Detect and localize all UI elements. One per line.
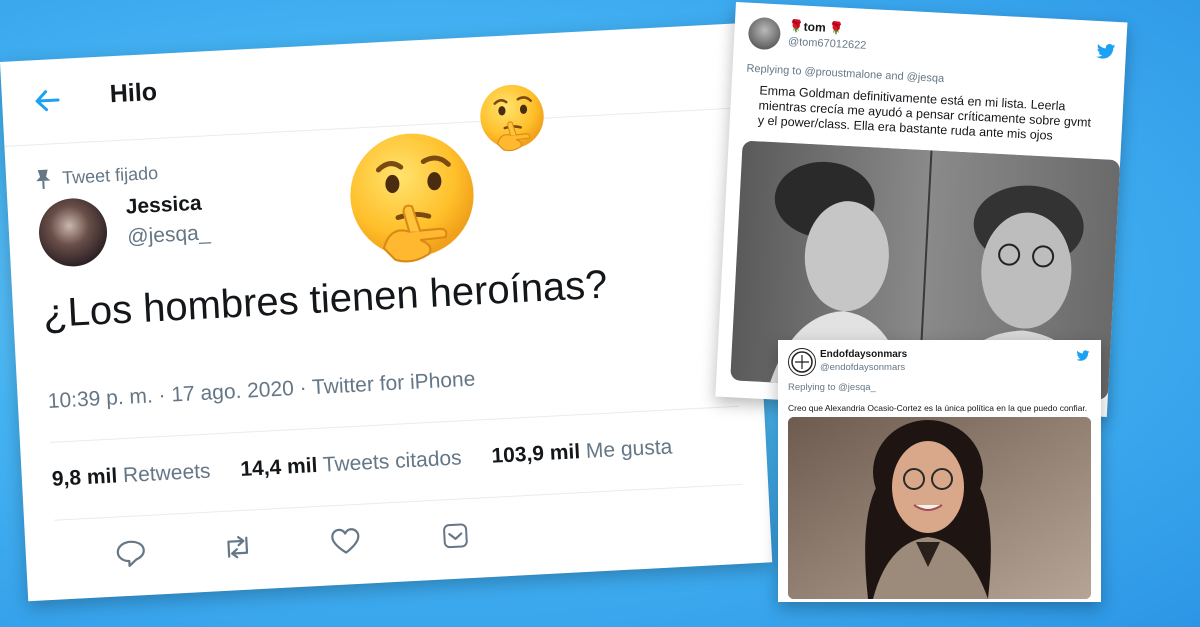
quotes-count: 14,4 mil (239, 453, 318, 481)
quotes-stat[interactable]: 14,4 mil Tweets citados (240, 446, 462, 482)
avatar[interactable] (788, 348, 816, 376)
like-icon[interactable] (328, 524, 364, 560)
avatar[interactable] (37, 196, 109, 269)
retweet-icon[interactable] (220, 529, 256, 565)
replying-to: Replying to @jesqa_ (788, 382, 876, 393)
user-handle[interactable]: @jesqa_ (127, 221, 211, 249)
share-icon[interactable] (438, 518, 474, 554)
reply-photo[interactable] (788, 417, 1091, 599)
quotes-label: Tweets citados (322, 446, 463, 477)
user-name[interactable]: Endofdaysonmars (820, 349, 907, 360)
tweet-stats: 9,8 mil Retweets 14,4 mil Tweets citados… (51, 435, 673, 491)
tweet-meta: 10:39 p. m. · 17 ago. 2020 · Twitter for… (47, 367, 476, 413)
thinking-face-emoji (350, 133, 474, 263)
user-name[interactable]: 🌹tom 🌹 (788, 19, 844, 36)
likes-stat[interactable]: 103,9 mil Me gusta (491, 435, 673, 468)
logo-icon (791, 351, 813, 373)
retweets-stat[interactable]: 9,8 mil Retweets (51, 460, 211, 492)
pinned-label: Tweet fijado (61, 162, 159, 188)
twitter-bird-icon (1096, 44, 1116, 59)
thinking-face-emoji-small (480, 84, 544, 152)
user-handle[interactable]: @endofdaysonmars (820, 362, 905, 373)
user-name[interactable]: Jessica (125, 192, 202, 220)
pinned-indicator: Tweet fijado (34, 162, 159, 190)
likes-count: 103,9 mil (490, 440, 581, 468)
retweets-label: Retweets (122, 459, 212, 488)
twitter-bird-icon (1076, 350, 1090, 361)
back-arrow-icon[interactable] (31, 85, 63, 117)
pin-icon (36, 169, 51, 189)
reply-text: Creo que Alexandria Ocasio-Cortez es la … (788, 403, 1088, 413)
portrait-photo (788, 417, 1091, 599)
divider (54, 483, 744, 521)
tweet-text: ¿Los hombres tienen heroínas? (42, 262, 609, 337)
reply-text: Emma Goldman definitivamente está en mi … (757, 83, 1092, 143)
reply-icon[interactable] (113, 535, 149, 571)
page-title: Hilo (109, 77, 158, 109)
avatar[interactable] (747, 16, 782, 51)
replying-to: Replying to @proustmalone and @jesqa (746, 62, 945, 85)
likes-label: Me gusta (585, 435, 673, 463)
user-handle[interactable]: @tom67012622 (788, 36, 867, 52)
retweets-count: 9,8 mil (51, 464, 118, 491)
main-tweet-card: Hilo Tweet fijado Jessica @jesqa_ ¿Los h… (0, 23, 773, 602)
reply-card-endofdays: Endofdaysonmars @endofdaysonmars Replyin… (778, 340, 1101, 602)
